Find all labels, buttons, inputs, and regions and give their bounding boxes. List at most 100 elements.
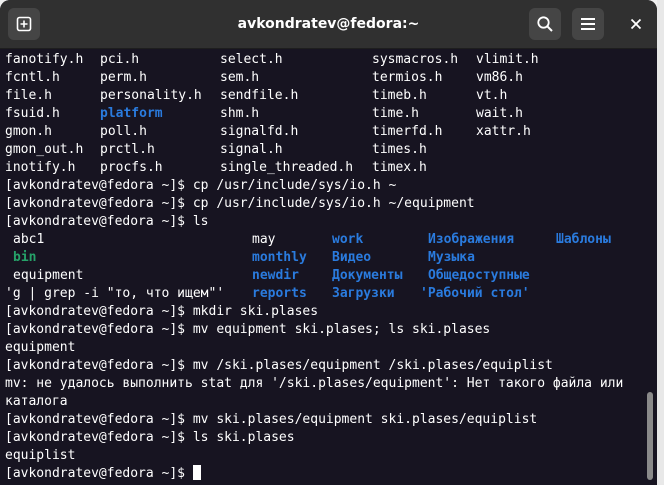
directory-entry: Загрузки [332,286,395,301]
command-text: cp /usr/include/sys/io.h ~ [192,178,397,193]
file-row: file.h personality.h sendfile.h timeb.h … [5,87,507,105]
prompt: [avkondratev@fedora ~]$ [5,196,193,211]
directory-entry: monthly [252,250,307,265]
text-cursor [192,465,201,480]
ls-row: equipment newdir Документы Общедоступные [5,267,530,285]
file-entry: pci.h [100,52,140,67]
ls-row: abc1 may work Изображения Шаблоны [5,231,611,249]
file-entry: xattr.h [476,124,531,139]
command-line: [avkondratev@fedora ~]$ ls [5,213,209,231]
prompt: [avkondratev@fedora ~]$ [5,466,193,481]
directory-entry: newdir [252,268,299,283]
directory-entry: Изображения [428,232,515,247]
file-entry: 'g | grep -i "то, что ищем"' [5,286,225,301]
command-line: [avkondratev@fedora ~]$ [5,465,201,483]
search-icon [537,16,553,32]
file-entry: wait.h [476,106,523,121]
file-entry: sendfile.h [220,88,299,103]
file-entry: timerfd.h [372,124,443,139]
search-button[interactable] [529,8,561,40]
file-entry: perm.h [100,70,147,85]
file-entry: sem.h [220,70,260,85]
file-row: fsuid.h platform shm.h time.h wait.h [5,105,523,123]
prompt: [avkondratev@fedora ~]$ [5,304,193,319]
command-text: mv ski.plases/equipment ski.plases/equip… [192,412,538,427]
command-line: [avkondratev@fedora ~]$ mv /ski.plases/e… [5,357,553,375]
file-entry: equipment [13,268,84,283]
prompt: [avkondratev@fedora ~]$ [5,430,193,445]
directory-entry: 'Рабочий стол' [420,286,530,301]
file-entry: prctl.h [100,142,155,157]
output-line: equipment [5,340,76,355]
command-text: ls [192,214,209,229]
file-entry: gmon.h [5,124,52,139]
menu-button[interactable] [572,8,604,40]
command-text: mv /ski.plases/equipment /ski.plases/equ… [192,358,553,373]
file-entry: sysmacros.h [372,52,459,67]
file-row: inotify.h procfs.h single_threaded.h tim… [5,159,427,177]
file-entry: termios.h [372,70,443,85]
file-entry: inotify.h [5,160,76,175]
error-line: каталога [5,394,68,409]
prompt: [avkondratev@fedora ~]$ [5,178,193,193]
hamburger-menu-icon [581,18,595,30]
directory-entry: work [332,232,364,247]
command-text: ls ski.plases [192,430,295,445]
file-entry: vt.h [476,88,508,103]
file-row: fcntl.h perm.h sem.h termios.h vm86.h [5,69,523,87]
file-entry: file.h [5,88,52,103]
file-entry: may [252,232,276,247]
file-entry: time.h [372,106,419,121]
command-text: mv equipment ski.plases; ls ski.plases [192,322,491,337]
file-entry: poll.h [100,124,147,139]
terminal-window: avkondratev@fedora:~ fanotify.h pci.h se… [0,0,657,485]
error-line: mv: не удалось выполнить stat для '/ski.… [5,376,624,391]
directory-entry: reports [252,286,307,301]
file-row: fanotify.h pci.h select.h sysmacros.h vl… [5,51,539,69]
file-entry: single_threaded.h [220,160,354,175]
prompt: [avkondratev@fedora ~]$ [5,412,193,427]
file-entry: personality.h [100,88,202,103]
directory-entry: Шаблоны [556,232,611,247]
ls-row: 'g | grep -i "то, что ищем"' reports Заг… [5,285,530,303]
prompt: [avkondratev@fedora ~]$ [5,322,193,337]
close-button[interactable] [620,8,652,40]
command-line: [avkondratev@fedora ~]$ mv equipment ski… [5,321,490,339]
file-entry: signal.h [220,142,283,157]
terminal-output[interactable]: fanotify.h pci.h select.h sysmacros.h vl… [0,49,657,485]
file-entry: timex.h [372,160,427,175]
prompt: [avkondratev@fedora ~]$ [5,358,193,373]
file-row: gmon.h poll.h signalfd.h timerfd.h xattr… [5,123,531,141]
file-entry: timeb.h [372,88,427,103]
command-line: [avkondratev@fedora ~]$ mv ski.plases/eq… [5,411,537,429]
file-row: gmon_out.h prctl.h signal.h times.h [5,141,427,159]
file-entry: gmon_out.h [5,142,84,157]
scrollbar-thumb[interactable] [647,392,653,480]
ls-row: bin monthly Видео Музыка [5,249,475,267]
file-entry: times.h [372,142,427,157]
output-line: equiplist [5,448,76,463]
file-entry: procfs.h [100,160,163,175]
directory-entry: bin [13,250,37,265]
command-line: [avkondratev@fedora ~]$ mkdir ski.plases [5,303,318,321]
file-entry: vlimit.h [476,52,539,67]
command-text: mkdir ski.plases [192,304,319,319]
titlebar: avkondratev@fedora:~ [0,0,657,49]
directory-entry: Документы [332,268,403,283]
file-entry: fsuid.h [5,106,60,121]
command-line: [avkondratev@fedora ~]$ ls ski.plases [5,429,295,447]
file-entry: signalfd.h [220,124,299,139]
directory-entry: Музыка [428,250,475,265]
directory-entry: Видео [332,250,372,265]
command-line: [avkondratev@fedora ~]$ cp /usr/include/… [5,177,396,195]
background-window-edge [657,0,664,485]
prompt: [avkondratev@fedora ~]$ [5,214,193,229]
file-entry: vm86.h [476,70,523,85]
file-entry: abc1 [13,232,45,247]
directory-entry: Общедоступные [428,268,530,283]
file-entry: shm.h [220,106,260,121]
command-line: [avkondratev@fedora ~]$ cp /usr/include/… [5,195,475,213]
file-entry: select.h [220,52,283,67]
command-text: cp /usr/include/sys/io.h ~/equipment [192,196,475,211]
directory-entry: platform [100,106,163,121]
